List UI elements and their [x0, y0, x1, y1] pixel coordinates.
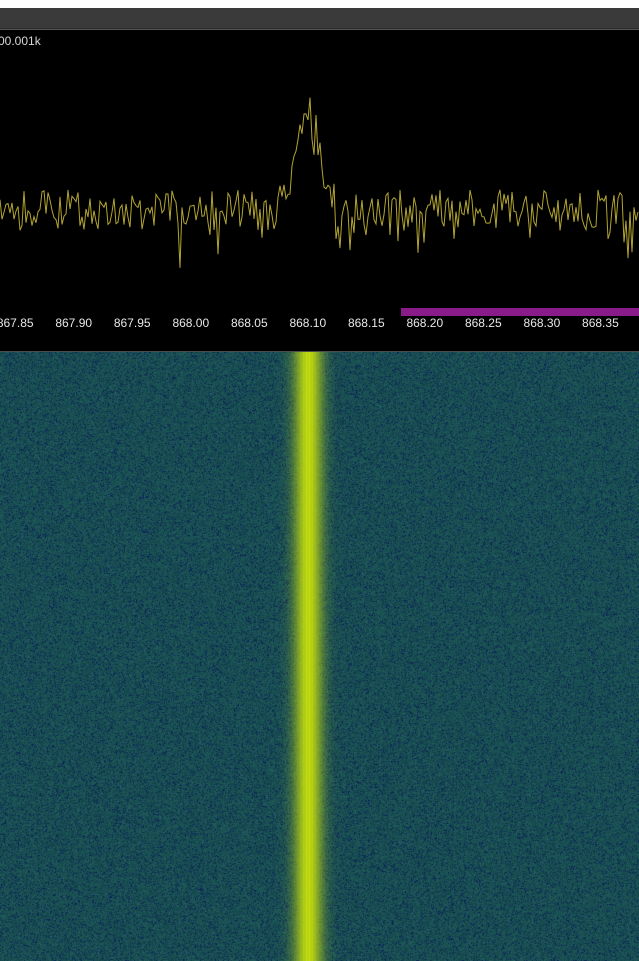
freq-tick-label: 868.15 [347, 316, 385, 330]
freq-tick-label: 868.05 [230, 316, 268, 330]
fft-info-strip: 00.001k [0, 29, 639, 53]
resolution-label: 00.001k [0, 34, 41, 48]
freq-tick-label: 868.00 [172, 316, 210, 330]
fft-plot-svg[interactable] [0, 52, 639, 307]
frequency-axis[interactable]: 867.85 867.90 867.95 868.00 868.05 868.10 868.… [0, 307, 639, 352]
spectrum-trace [0, 97, 639, 268]
freq-tick-label: 868.20 [406, 316, 444, 330]
freq-tick-label: 867.90 [55, 316, 93, 330]
freq-tick-label: 868.35 [582, 316, 619, 330]
waterfall-canvas[interactable] [0, 352, 639, 961]
top-toolbar [0, 8, 639, 29]
waterfall-display[interactable] [0, 352, 639, 961]
freq-tick-label: 868.30 [523, 316, 561, 330]
fft-plot[interactable] [0, 52, 639, 307]
freq-tick-label: 868.25 [464, 316, 502, 330]
band-marker[interactable] [401, 308, 639, 316]
freq-tick-label: 867.95 [113, 316, 151, 330]
freq-tick-label: 868.10 [289, 316, 327, 330]
freq-tick-label: 867.85 [0, 316, 34, 330]
sdr-receiver-window: 00.001k 867.85 867.90 867.95 868.00 868.05 86… [0, 0, 639, 961]
